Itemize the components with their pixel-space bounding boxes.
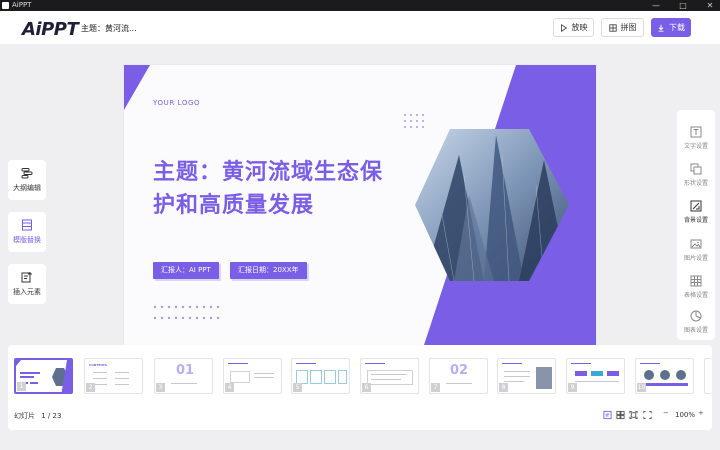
thumb-section-number: 01 xyxy=(176,363,195,378)
thumbnail-number: 5 xyxy=(293,383,302,392)
slide-thumbnail-partial[interactable] xyxy=(704,358,712,394)
zoom-in-button[interactable]: + xyxy=(698,409,704,419)
template-icon xyxy=(22,219,32,231)
app-icon xyxy=(2,2,9,9)
thumbnail-number: 2 xyxy=(86,383,95,392)
close-button[interactable]: ✕ xyxy=(700,0,720,11)
grid-icon xyxy=(608,23,617,32)
dot-pattern-bottom xyxy=(153,305,220,320)
thumbnail-number: 7 xyxy=(431,383,440,392)
slide-thumbnail[interactable]: 8 xyxy=(497,358,556,394)
slide-thumbnail[interactable]: CONTENTS 2 xyxy=(84,358,143,394)
puzzle-label: 拼图 xyxy=(620,23,637,32)
slide-thumbnail[interactable]: 5 xyxy=(291,358,350,394)
thumb-section-number: 02 xyxy=(450,363,469,378)
thumbnail-number: 3 xyxy=(156,383,165,392)
thumbnail-number: 9 xyxy=(568,383,577,392)
outline-icon xyxy=(21,168,33,179)
grid-view-icon[interactable] xyxy=(616,410,625,420)
thumbnail-number: 6 xyxy=(362,383,371,392)
slide-title[interactable]: 主题：黄河流域生态保 护和高质量发展 xyxy=(153,156,413,222)
app-name: AiPPT xyxy=(12,1,32,9)
shape-icon xyxy=(690,163,702,175)
slide-title-line1: 主题：黄河流域生态保 xyxy=(153,160,384,185)
fit-view-icon[interactable] xyxy=(629,410,638,420)
background-settings-button[interactable]: 背景设置 xyxy=(677,196,715,232)
slide-thumbnail[interactable]: 4 xyxy=(223,358,282,394)
slide-thumbnail[interactable]: 10 xyxy=(635,358,694,394)
text-settings-button[interactable]: 文字设置 xyxy=(677,122,715,158)
background-settings-label: 背景设置 xyxy=(683,217,708,224)
corner-triangle-decoration xyxy=(124,65,150,110)
thumbnail-number: 1 xyxy=(17,382,26,391)
slide-counter-value: 1 / 23 xyxy=(41,412,62,420)
slide-logo-text[interactable]: YOUR LOGO xyxy=(153,99,200,107)
dot-pattern-top xyxy=(404,114,424,128)
document-title[interactable]: 主题：黄河流... xyxy=(81,23,137,34)
properties-panel: 文字设置 形状设置 背景设置 图片设置 表格设置 图表设置 xyxy=(677,110,715,340)
chart-icon xyxy=(690,310,702,322)
thumbnail-number: 10 xyxy=(637,383,646,392)
table-settings-label: 表格设置 xyxy=(683,292,708,299)
app-header: AiPPT 主题：黄河流... 放映 拼图 下载 xyxy=(0,11,720,44)
maximize-button[interactable]: □ xyxy=(673,0,693,11)
puzzle-button[interactable]: 拼图 xyxy=(601,18,644,37)
slide-thumbnail[interactable]: 02 7 xyxy=(429,358,488,394)
slide-thumbnail[interactable]: 6 xyxy=(360,358,419,394)
image-icon xyxy=(690,239,702,249)
play-button[interactable]: 放映 xyxy=(553,18,594,37)
template-replace-label: 模版替换 xyxy=(13,236,41,244)
insert-icon xyxy=(21,272,32,283)
table-icon xyxy=(690,275,702,287)
outline-edit-label: 大纲编辑 xyxy=(13,184,41,192)
text-settings-label: 文字设置 xyxy=(683,143,708,150)
fullscreen-icon[interactable] xyxy=(643,410,652,420)
template-replace-button[interactable]: 模版替换 xyxy=(8,212,46,252)
minimize-button[interactable]: — xyxy=(646,0,666,11)
slide-thumbnail[interactable]: 9 xyxy=(566,358,625,394)
download-button[interactable]: 下载 xyxy=(651,18,691,37)
download-label: 下载 xyxy=(669,23,685,32)
insert-element-label: 插入元素 xyxy=(13,288,41,296)
zoom-level[interactable]: 100% xyxy=(675,411,695,419)
thumbnail-number: 4 xyxy=(225,383,234,392)
thumb-contents-title: CONTENTS xyxy=(89,363,108,367)
table-settings-button[interactable]: 表格设置 xyxy=(677,271,715,307)
zoom-out-button[interactable]: − xyxy=(663,409,669,419)
image-settings-button[interactable]: 图片设置 xyxy=(677,234,715,270)
window-titlebar: AiPPT — □ ✕ xyxy=(0,0,720,11)
shape-settings-button[interactable]: 形状设置 xyxy=(677,159,715,195)
slide-canvas[interactable]: YOUR LOGO 主题：黄河流域生态保 护和高质量发展 汇报人：AI PPT … xyxy=(124,65,596,345)
slide-counter-label: 幻灯片 xyxy=(14,412,35,420)
chart-settings-label: 图表设置 xyxy=(683,327,708,334)
slide-thumbnail[interactable]: 01 3 xyxy=(154,358,213,394)
reporter-tag[interactable]: 汇报人：AI PPT xyxy=(153,262,219,279)
thumbnail-number: 8 xyxy=(499,383,508,392)
normal-view-icon[interactable] xyxy=(603,410,612,420)
play-label: 放映 xyxy=(571,23,588,32)
report-date-tag[interactable]: 汇报日期：20XX年 xyxy=(230,262,307,279)
download-icon xyxy=(658,24,664,32)
chart-settings-button[interactable]: 图表设置 xyxy=(677,306,715,342)
app-logo[interactable]: AiPPT xyxy=(22,19,79,40)
text-icon xyxy=(690,126,702,138)
slide-thumbnail[interactable]: 1 xyxy=(14,358,73,394)
background-icon xyxy=(690,200,702,212)
slide-title-line2: 护和高质量发展 xyxy=(153,193,315,218)
insert-element-button[interactable]: 插入元素 xyxy=(8,264,46,304)
outline-edit-button[interactable]: 大纲编辑 xyxy=(8,160,46,200)
play-icon xyxy=(560,23,567,32)
shape-settings-label: 形状设置 xyxy=(683,180,708,187)
image-settings-label: 图片设置 xyxy=(683,255,708,262)
slide-counter: 幻灯片 1 / 23 xyxy=(14,411,61,421)
